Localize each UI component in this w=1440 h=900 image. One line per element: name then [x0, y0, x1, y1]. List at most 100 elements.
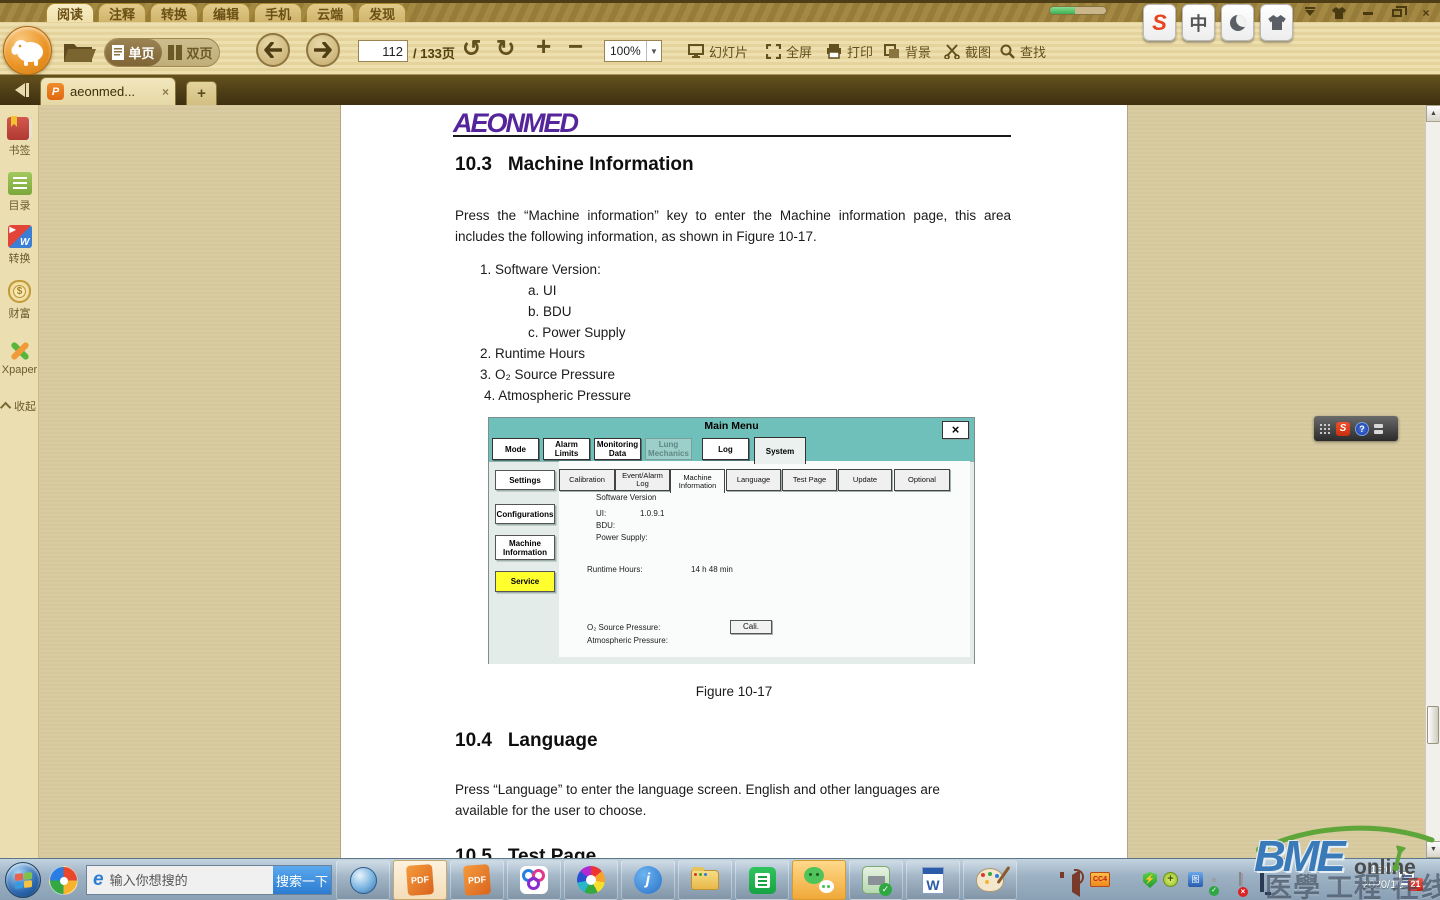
- keyboard-grid-icon[interactable]: [1319, 423, 1331, 434]
- sogou-logo-icon[interactable]: S: [1336, 422, 1350, 436]
- scroll-up-button[interactable]: ▲: [1426, 105, 1440, 122]
- sidebar-item-bookmarks[interactable]: 书签: [0, 117, 39, 158]
- taskbar-app-kuaiya[interactable]: [507, 860, 561, 900]
- subtab-test-page: Test Page: [782, 469, 837, 491]
- taskbar-app-printer[interactable]: [849, 860, 903, 900]
- online-text: online: [1354, 856, 1416, 880]
- tray-update-icon[interactable]: +: [1163, 872, 1178, 887]
- rotate-left-icon[interactable]: ↺: [462, 34, 481, 62]
- print-button[interactable]: 打印: [826, 42, 873, 61]
- taskbar-app-pdf-active[interactable]: PDF: [393, 860, 447, 900]
- rotate-right-icon[interactable]: ↻: [496, 34, 515, 62]
- print-label: 打印: [847, 42, 873, 61]
- single-page-button[interactable]: 单页: [105, 39, 162, 66]
- taskbar-app-notes[interactable]: [735, 860, 789, 900]
- scrollbar-thumb[interactable]: [1427, 706, 1439, 744]
- zoom-in-icon[interactable]: +: [536, 32, 551, 60]
- new-tab-button[interactable]: +: [186, 81, 217, 105]
- taskbar-app-explorer[interactable]: [678, 860, 732, 900]
- back-triangle-icon: [15, 83, 25, 97]
- search-input[interactable]: [110, 873, 230, 888]
- tray-map-icon[interactable]: 图: [1188, 872, 1203, 887]
- tray-action-center-icon[interactable]: [1241, 873, 1243, 892]
- zoom-out-icon[interactable]: −: [568, 32, 583, 60]
- collapse-sidebar-button[interactable]: [8, 80, 36, 100]
- start-button[interactable]: [5, 862, 41, 898]
- toolbox-icon[interactable]: [1374, 424, 1383, 434]
- help-icon[interactable]: ?: [1355, 422, 1369, 436]
- collapse-ribbon-icon[interactable]: [1302, 6, 1318, 20]
- subtab-optional: Optional: [894, 469, 950, 491]
- search-go-button[interactable]: 搜索一下: [273, 866, 331, 894]
- page-number-input[interactable]: [358, 40, 408, 62]
- taskbar-app-word[interactable]: W: [906, 860, 960, 900]
- taskbar-app-wechat[interactable]: [792, 860, 846, 900]
- sidebar-item-toc[interactable]: 目录: [0, 172, 39, 213]
- double-page-button[interactable]: 双页: [162, 39, 219, 66]
- folder-open-icon: [62, 36, 98, 64]
- toc-label: 目录: [0, 197, 39, 213]
- sidebar-item-wealth[interactable]: $ 财富: [0, 280, 39, 321]
- ime-night-mode-key[interactable]: [1221, 4, 1254, 41]
- fullscreen-button[interactable]: 全屏: [766, 42, 812, 61]
- close-icon[interactable]: ×: [1418, 6, 1434, 20]
- taskbar: e 搜索一下 PDF PDF j W: [0, 858, 1440, 900]
- print-icon: [826, 44, 842, 59]
- screenshot-label: 截图: [965, 42, 991, 61]
- tray-cc4-icon[interactable]: CC4: [1090, 872, 1110, 887]
- zoom-dropdown-icon[interactable]: ▼: [646, 41, 661, 61]
- slideshow-icon: [688, 44, 704, 59]
- color-wheel-icon: [577, 866, 605, 894]
- word-icon: W: [922, 867, 944, 894]
- sidebar-item-convert[interactable]: ▶ W 转换: [0, 225, 39, 266]
- printer-check-icon: [862, 866, 890, 894]
- page-view-toggle: 单页 双页: [104, 38, 220, 67]
- taskbar-app-paint[interactable]: [963, 860, 1017, 900]
- figure-caption: Figure 10-17: [341, 684, 1127, 699]
- background-icon: [884, 44, 900, 59]
- elephant-icon: [4, 27, 51, 74]
- wechat-icon: [804, 867, 834, 893]
- ime-sogou-key[interactable]: S: [1143, 4, 1176, 41]
- document-tab[interactable]: P aeonmed... ×: [40, 77, 176, 105]
- skin-icon[interactable]: [1331, 6, 1347, 20]
- sogou-floating-toolbar[interactable]: S ?: [1314, 416, 1398, 441]
- vertical-scrollbar[interactable]: ▲ ▼: [1425, 105, 1440, 858]
- background-button[interactable]: 背景: [884, 42, 931, 61]
- browser-360-icon[interactable]: [49, 866, 78, 895]
- bookmark-icon: [7, 117, 32, 140]
- previous-page-button[interactable]: [256, 33, 290, 67]
- fullscreen-icon: [766, 44, 781, 59]
- app-logo[interactable]: [3, 26, 52, 75]
- button-configurations: Configurations: [495, 504, 555, 524]
- ime-language-key[interactable]: 中: [1182, 4, 1215, 41]
- document-tab-title: aeonmed...: [70, 84, 156, 99]
- zoom-level-select[interactable]: 100% ▼: [604, 40, 662, 62]
- list-item-1a: a. UI: [528, 283, 557, 298]
- open-file-button[interactable]: [62, 36, 98, 64]
- ime-skin-key[interactable]: [1260, 4, 1293, 41]
- find-button[interactable]: 查找: [1000, 42, 1046, 61]
- xpaper-icon: [8, 338, 32, 362]
- bme-online-logo: BME online: [1252, 824, 1440, 880]
- restore-icon[interactable]: [1389, 6, 1405, 20]
- background-label: 背景: [905, 42, 931, 61]
- slideshow-button[interactable]: 幻灯片: [688, 42, 748, 61]
- next-page-button[interactable]: [306, 33, 340, 67]
- dollar-glyph: $: [13, 285, 26, 298]
- tray-volume-icon[interactable]: [1072, 875, 1080, 893]
- atmospheric-pressure-label: Atmospheric Pressure:: [587, 636, 668, 645]
- screenshot-button[interactable]: 截图: [944, 42, 991, 61]
- minimize-icon[interactable]: [1360, 6, 1376, 20]
- taskbar-app-swan[interactable]: j: [621, 860, 675, 900]
- software-version-label: Software Version: [596, 493, 656, 502]
- search-box[interactable]: e: [87, 866, 273, 894]
- tab-close-icon[interactable]: ×: [162, 85, 169, 99]
- sidebar-collapse-button[interactable]: 收起: [0, 398, 39, 414]
- taskbar-app-pdf[interactable]: PDF: [450, 860, 504, 900]
- tray-shield-icon[interactable]: ⚡: [1143, 872, 1157, 888]
- taskbar-app-colorwheel[interactable]: [564, 860, 618, 900]
- sidebar-item-xpaper[interactable]: Xpaper: [0, 338, 39, 376]
- taskbar-app-browser[interactable]: [336, 860, 390, 900]
- pdf-icon: PDF: [406, 864, 434, 896]
